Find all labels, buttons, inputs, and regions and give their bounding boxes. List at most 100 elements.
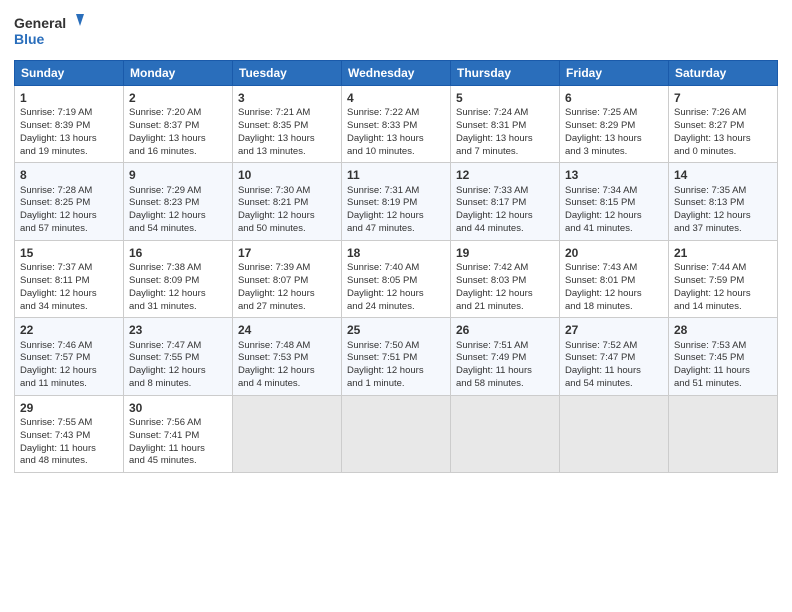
day-header-saturday: Saturday [669,61,778,86]
calendar-cell: 6Sunrise: 7:25 AMSunset: 8:29 PMDaylight… [560,86,669,163]
cell-line: and 50 minutes. [238,223,336,236]
calendar-cell: 23Sunrise: 7:47 AMSunset: 7:55 PMDayligh… [124,318,233,395]
cell-line: Sunrise: 7:53 AM [674,340,772,353]
cell-line: and 10 minutes. [347,146,445,159]
day-header-monday: Monday [124,61,233,86]
cell-line: and 7 minutes. [456,146,554,159]
cell-line: and 31 minutes. [129,301,227,314]
cell-line: Sunset: 8:09 PM [129,275,227,288]
cell-line: Sunset: 7:55 PM [129,352,227,365]
cell-line: Sunrise: 7:55 AM [20,417,118,430]
cell-line: and 24 minutes. [347,301,445,314]
cell-line: Daylight: 11 hours [129,443,227,456]
cell-line: Sunset: 8:21 PM [238,197,336,210]
cell-line: Sunrise: 7:44 AM [674,262,772,275]
cell-line: and 44 minutes. [456,223,554,236]
day-header-wednesday: Wednesday [342,61,451,86]
day-number: 16 [129,245,227,261]
cell-line: Sunset: 8:33 PM [347,120,445,133]
cell-line: Sunrise: 7:40 AM [347,262,445,275]
cell-line: Daylight: 12 hours [20,365,118,378]
cell-line: Sunrise: 7:33 AM [456,185,554,198]
cell-line: Sunrise: 7:47 AM [129,340,227,353]
day-number: 14 [674,167,772,183]
day-number: 23 [129,322,227,338]
day-number: 26 [456,322,554,338]
day-header-tuesday: Tuesday [233,61,342,86]
cell-line: Sunrise: 7:29 AM [129,185,227,198]
cell-line: and 18 minutes. [565,301,663,314]
calendar-cell: 28Sunrise: 7:53 AMSunset: 7:45 PMDayligh… [669,318,778,395]
cell-line: Sunrise: 7:24 AM [456,107,554,120]
cell-line: and 3 minutes. [565,146,663,159]
calendar-cell: 4Sunrise: 7:22 AMSunset: 8:33 PMDaylight… [342,86,451,163]
cell-line: Sunset: 7:45 PM [674,352,772,365]
calendar-cell: 22Sunrise: 7:46 AMSunset: 7:57 PMDayligh… [15,318,124,395]
calendar-cell [560,395,669,472]
day-number: 25 [347,322,445,338]
cell-line: and 34 minutes. [20,301,118,314]
day-number: 29 [20,400,118,416]
cell-line: Sunrise: 7:28 AM [20,185,118,198]
day-number: 20 [565,245,663,261]
calendar-cell: 14Sunrise: 7:35 AMSunset: 8:13 PMDayligh… [669,163,778,240]
cell-line: Sunrise: 7:31 AM [347,185,445,198]
cell-line: Daylight: 12 hours [238,210,336,223]
cell-line: Sunset: 8:13 PM [674,197,772,210]
calendar-cell: 10Sunrise: 7:30 AMSunset: 8:21 PMDayligh… [233,163,342,240]
cell-line: Daylight: 11 hours [456,365,554,378]
calendar-week-5: 29Sunrise: 7:55 AMSunset: 7:43 PMDayligh… [15,395,778,472]
calendar-cell: 12Sunrise: 7:33 AMSunset: 8:17 PMDayligh… [451,163,560,240]
cell-line: and 54 minutes. [129,223,227,236]
day-number: 7 [674,90,772,106]
day-header-sunday: Sunday [15,61,124,86]
day-number: 2 [129,90,227,106]
cell-line: Sunrise: 7:46 AM [20,340,118,353]
calendar-cell: 11Sunrise: 7:31 AMSunset: 8:19 PMDayligh… [342,163,451,240]
cell-line: Sunrise: 7:25 AM [565,107,663,120]
cell-line: and 51 minutes. [674,378,772,391]
day-number: 6 [565,90,663,106]
cell-line: Sunrise: 7:50 AM [347,340,445,353]
cell-line: Daylight: 13 hours [565,133,663,146]
cell-line: Daylight: 13 hours [20,133,118,146]
day-number: 4 [347,90,445,106]
cell-line: Daylight: 11 hours [674,365,772,378]
day-number: 30 [129,400,227,416]
calendar-cell [669,395,778,472]
cell-line: Sunset: 8:27 PM [674,120,772,133]
calendar-cell: 9Sunrise: 7:29 AMSunset: 8:23 PMDaylight… [124,163,233,240]
calendar-cell: 7Sunrise: 7:26 AMSunset: 8:27 PMDaylight… [669,86,778,163]
calendar-cell: 27Sunrise: 7:52 AMSunset: 7:47 PMDayligh… [560,318,669,395]
day-number: 1 [20,90,118,106]
calendar-cell: 16Sunrise: 7:38 AMSunset: 8:09 PMDayligh… [124,240,233,317]
cell-line: Sunset: 8:17 PM [456,197,554,210]
cell-line: Daylight: 12 hours [456,210,554,223]
day-number: 22 [20,322,118,338]
cell-line: and 8 minutes. [129,378,227,391]
cell-line: Sunrise: 7:22 AM [347,107,445,120]
cell-line: Sunrise: 7:51 AM [456,340,554,353]
day-number: 24 [238,322,336,338]
cell-line: and 41 minutes. [565,223,663,236]
calendar-cell: 26Sunrise: 7:51 AMSunset: 7:49 PMDayligh… [451,318,560,395]
cell-line: Daylight: 13 hours [129,133,227,146]
cell-line: Daylight: 12 hours [238,288,336,301]
day-number: 9 [129,167,227,183]
cell-line: and 19 minutes. [20,146,118,159]
cell-line: Sunrise: 7:19 AM [20,107,118,120]
cell-line: Sunrise: 7:38 AM [129,262,227,275]
cell-line: Daylight: 12 hours [347,288,445,301]
svg-text:General: General [14,15,66,31]
calendar-cell [451,395,560,472]
cell-line: Sunset: 7:41 PM [129,430,227,443]
cell-line: Sunset: 8:05 PM [347,275,445,288]
cell-line: and 11 minutes. [20,378,118,391]
cell-line: Sunset: 8:39 PM [20,120,118,133]
cell-line: Sunset: 8:11 PM [20,275,118,288]
day-number: 10 [238,167,336,183]
day-number: 3 [238,90,336,106]
cell-line: and 37 minutes. [674,223,772,236]
cell-line: and 16 minutes. [129,146,227,159]
calendar-cell: 30Sunrise: 7:56 AMSunset: 7:41 PMDayligh… [124,395,233,472]
